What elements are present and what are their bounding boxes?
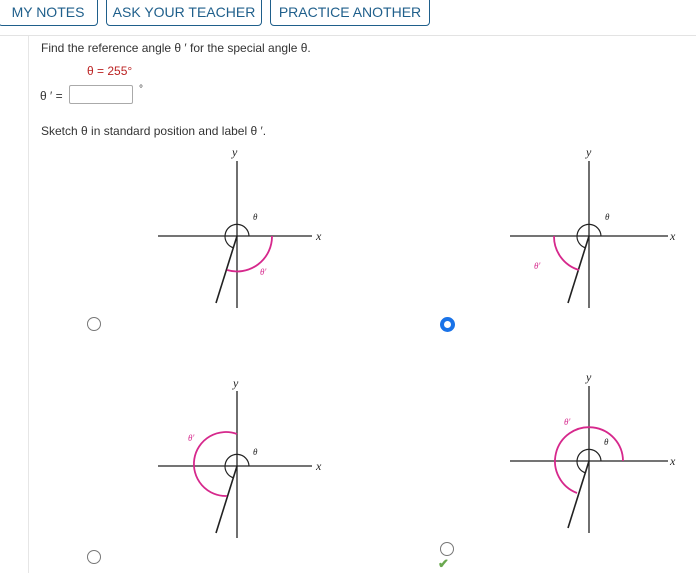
x-axis-label: x	[315, 229, 322, 243]
y-axis-label: y	[585, 370, 592, 384]
option-d-graph: x y θ θ'	[510, 370, 676, 533]
theta-prime-label: θ'	[260, 267, 267, 277]
theta-label: θ	[253, 212, 258, 222]
ask-teacher-label: ASK YOUR TEACHER	[112, 4, 256, 20]
x-axis-label: x	[669, 229, 676, 243]
option-b-graph: x y θ θ'	[510, 145, 676, 308]
option-b-radio[interactable]	[440, 317, 455, 332]
my-notes-label: MY NOTES	[11, 4, 85, 20]
option-a-radio[interactable]	[87, 317, 101, 331]
answer-label: θ ′ =	[40, 89, 63, 103]
theta-prime-label: θ'	[564, 417, 571, 427]
theta-label: θ	[605, 212, 610, 222]
reference-arc	[553, 235, 580, 271]
option-d-radio[interactable]	[440, 542, 454, 556]
y-axis-label: y	[585, 145, 592, 159]
check-icon: ✔	[438, 556, 449, 571]
y-axis-label: y	[232, 376, 239, 390]
reference-angle-input[interactable]	[69, 85, 133, 104]
y-axis-label: y	[231, 145, 238, 159]
theta-prime-label: θ'	[534, 261, 541, 271]
theta-label: θ	[604, 437, 609, 447]
option-c-radio[interactable]	[87, 550, 101, 564]
question-left-rule	[28, 36, 29, 573]
x-axis-label: x	[315, 459, 322, 473]
given-angle: θ = 255°	[87, 64, 133, 78]
my-notes-button[interactable]: MY NOTES	[0, 0, 98, 26]
option-c-graph: x y θ θ'	[158, 376, 322, 538]
terminal-side	[567, 460, 590, 529]
ask-teacher-button[interactable]: ASK YOUR TEACHER	[106, 0, 262, 26]
toolbar-divider	[0, 35, 696, 36]
theta-label: θ	[253, 447, 258, 457]
toolbar: MY NOTES ASK YOUR TEACHER PRACTICE ANOTH…	[0, 0, 696, 34]
practice-another-button[interactable]: PRACTICE ANOTHER	[270, 0, 430, 26]
sketch-prompt: Sketch θ in standard position and label …	[41, 124, 267, 138]
terminal-side	[215, 235, 238, 304]
x-axis-label: x	[669, 454, 676, 468]
practice-another-label: PRACTICE ANOTHER	[278, 4, 422, 20]
degree-symbol: °	[139, 84, 143, 95]
option-a-graph: x y θ θ'	[158, 145, 322, 308]
theta-prime-label: θ'	[188, 433, 195, 443]
question-prompt: Find the reference angle θ ′ for the spe…	[41, 41, 311, 55]
terminal-side	[215, 465, 238, 534]
